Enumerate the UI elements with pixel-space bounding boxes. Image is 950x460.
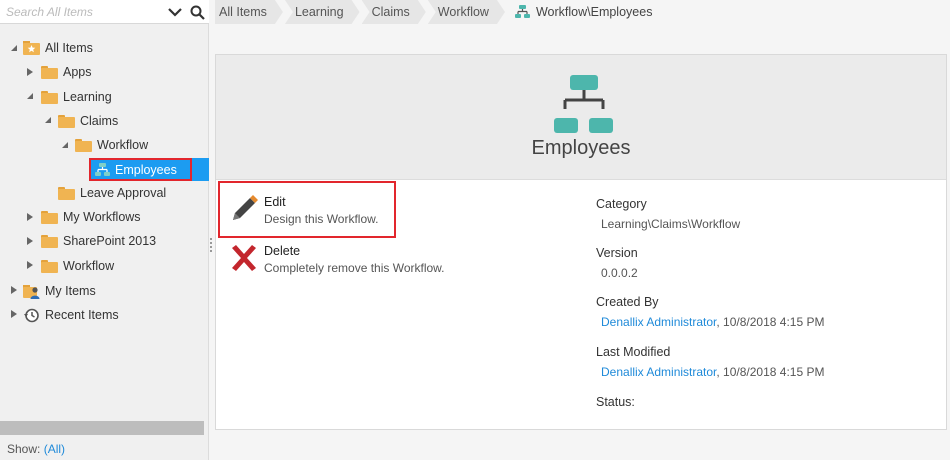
tree-label: SharePoint 2013 (63, 234, 157, 248)
navigation-panel: All Items Apps Learning Claims Workflow … (0, 0, 209, 460)
workflow-icon (95, 162, 110, 177)
tree-item-my-workflows[interactable]: My Workflows (41, 206, 141, 228)
tree-item-employees[interactable]: Employees (89, 158, 209, 181)
edit-action-description: Design this Workflow. (264, 212, 379, 226)
last-modified-value: Denallix Administrator, 10/8/2018 4:15 P… (596, 365, 824, 379)
breadcrumb-workflow[interactable]: Workflow (428, 0, 505, 24)
category-property: Category Learning\Claims\Workflow (596, 197, 740, 231)
created-by-value: Denallix Administrator, 10/8/2018 4:15 P… (596, 315, 824, 329)
tree-label: All Items (45, 41, 93, 55)
collapse-arrow-icon[interactable] (9, 43, 19, 53)
breadcrumb-all-items[interactable]: All Items (215, 0, 283, 24)
tree-label: Apps (63, 65, 92, 79)
delete-action-description: Completely remove this Workflow. (264, 261, 445, 275)
tree-label: Workflow (97, 138, 149, 152)
all-items-icon (23, 41, 40, 55)
tree-item-my-items[interactable]: My Items (23, 280, 96, 302)
tree-label: Leave Approval (80, 186, 167, 200)
chevron-down-icon[interactable] (166, 4, 184, 20)
last-modified-user-link[interactable]: Denallix Administrator (596, 365, 716, 379)
search-icon[interactable] (188, 4, 206, 20)
show-filter-link[interactable]: (All) (44, 442, 65, 456)
tree-item-all-items[interactable]: All Items (23, 37, 93, 59)
category-label: Category (596, 197, 647, 211)
tree-item-recent-items[interactable]: Recent Items (23, 304, 119, 326)
breadcrumb: All Items Learning Claims Workflow Workf… (215, 0, 652, 24)
folder-icon (58, 114, 75, 128)
delete-x-icon (228, 242, 260, 274)
pencil-icon (228, 193, 260, 225)
folder-icon (58, 186, 75, 200)
horizontal-scrollbar[interactable] (0, 421, 204, 435)
created-by-user-link[interactable]: Denallix Administrator (596, 315, 716, 329)
tree-item-apps[interactable]: Apps (41, 61, 92, 83)
breadcrumb-current: Workflow\Employees (507, 5, 652, 19)
expand-arrow-icon[interactable] (25, 67, 35, 77)
expand-arrow-icon[interactable] (25, 260, 35, 270)
tree-item-sharepoint-2013[interactable]: SharePoint 2013 (41, 230, 156, 252)
folder-icon (75, 138, 92, 152)
tree-item-workflow-root[interactable]: Workflow (41, 255, 114, 277)
folder-icon (41, 90, 58, 104)
expand-arrow-icon[interactable] (25, 212, 35, 222)
created-by-property: Created By Denallix Administrator, 10/8/… (596, 295, 824, 329)
last-modified-label: Last Modified (596, 345, 671, 359)
tree-label: Workflow (63, 259, 115, 273)
tree-label: My Items (45, 284, 96, 298)
page-title: Employees (531, 137, 631, 159)
collapse-arrow-icon[interactable] (60, 140, 70, 150)
delete-action-name: Delete (264, 244, 301, 258)
tree-item-learning[interactable]: Learning (41, 86, 112, 108)
folder-icon (41, 234, 58, 248)
created-by-date: , 10/8/2018 4:15 PM (716, 315, 825, 329)
status-property: Status: (596, 395, 635, 409)
search-box (0, 0, 209, 24)
expand-arrow-icon[interactable] (9, 309, 19, 319)
tree-label: Recent Items (45, 308, 119, 322)
version-value: 0.0.0.2 (601, 266, 638, 280)
breadcrumb-learning[interactable]: Learning (285, 0, 360, 24)
splitter-handle[interactable] (210, 238, 212, 252)
expand-arrow-icon[interactable] (9, 285, 19, 295)
collapse-arrow-icon[interactable] (43, 115, 53, 125)
collapse-arrow-icon[interactable] (25, 91, 35, 101)
expand-arrow-icon[interactable] (25, 236, 35, 246)
show-label: Show: (7, 442, 41, 456)
delete-action[interactable]: Delete Completely remove this Workflow. (228, 242, 445, 275)
tree-item-leave-approval[interactable]: Leave Approval (58, 182, 166, 204)
tree-label: Learning (63, 90, 112, 104)
tree-item-workflow[interactable]: Workflow (75, 134, 148, 156)
search-input[interactable] (6, 3, 156, 21)
tree-label: My Workflows (63, 210, 141, 224)
breadcrumb-claims[interactable]: Claims (362, 0, 426, 24)
created-by-label: Created By (596, 295, 659, 309)
folder-icon (41, 259, 58, 273)
show-filter: Show: (All) (7, 442, 65, 456)
status-label: Status: (596, 395, 635, 409)
last-modified-property: Last Modified Denallix Administrator, 10… (596, 345, 824, 379)
history-icon (23, 308, 40, 323)
category-value: Learning\Claims\Workflow (601, 217, 741, 231)
edit-action[interactable]: Edit Design this Workflow. (228, 193, 379, 226)
workflow-icon (514, 5, 530, 19)
tree-item-claims[interactable]: Claims (58, 110, 118, 132)
tree-label: Employees (115, 162, 177, 177)
user-folder-icon (23, 284, 40, 299)
breadcrumb-current-label: Workflow\Employees (535, 5, 653, 19)
workflow-icon (554, 75, 614, 133)
card-header: Employees (216, 55, 946, 180)
item-details-card: Employees Edit Design this Workflow. Del… (215, 54, 947, 430)
folder-icon (41, 210, 58, 224)
version-label: Version (596, 246, 638, 260)
version-property: Version 0.0.0.2 (596, 246, 638, 280)
tree-label: Claims (80, 114, 119, 128)
folder-icon (41, 65, 58, 79)
last-modified-date: , 10/8/2018 4:15 PM (716, 365, 825, 379)
edit-action-name: Edit (264, 195, 286, 209)
